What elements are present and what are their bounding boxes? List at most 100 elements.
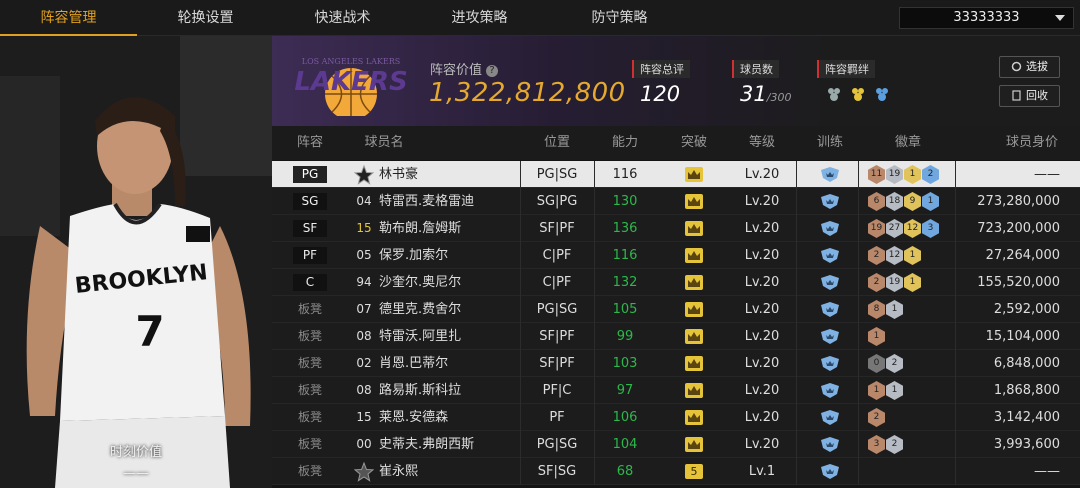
player-price: 155,520,000 bbox=[977, 275, 1060, 290]
table-row[interactable]: 板凳 00 史蒂夫.弗朗西斯 PG|SG 104 Lv.20 3 2 3,993,600 bbox=[272, 431, 1080, 458]
player-price: —— bbox=[1034, 167, 1060, 182]
table-row[interactable]: 板凳 08 特雷沃.阿里扎 SF|PF 99 Lv.20 1 15,104,000 bbox=[272, 323, 1080, 350]
player-ability: 130 bbox=[612, 194, 638, 209]
player-level: Lv.20 bbox=[744, 221, 780, 236]
table-row[interactable]: SG 04 特雷西.麦格雷迪 SG|PG 130 Lv.20 6 18 9 1 273,280,00… bbox=[272, 188, 1080, 215]
badge-hex: 1 bbox=[868, 381, 885, 400]
player-name: 保罗.加索尔 bbox=[379, 248, 449, 263]
table-row[interactable]: 板凳 07 德里克.费舍尔 PG|SG 105 Lv.20 8 1 2,592,000 bbox=[272, 296, 1080, 323]
player-price: 3,993,600 bbox=[993, 437, 1060, 452]
player-name: 崔永熙 bbox=[379, 464, 419, 479]
roster-table-header: 阵容 球员名 位置 能力 突破 等级 训练 徽章 球员身价 bbox=[272, 126, 1080, 160]
player-price: 2,592,000 bbox=[993, 302, 1060, 317]
tab-offense-strategy[interactable]: 进攻策略 bbox=[411, 0, 548, 36]
player-position: PF|C bbox=[542, 383, 572, 398]
training-icon[interactable] bbox=[820, 248, 840, 263]
svg-text:LOS ANGELES LAKERS: LOS ANGELES LAKERS bbox=[302, 57, 401, 66]
table-row[interactable]: 板凳 08 路易斯.斯科拉 PF|C 97 Lv.20 1 1 1,868,800 bbox=[272, 377, 1080, 404]
col-breakthrough: 突破 bbox=[680, 135, 707, 150]
table-row[interactable]: 板凳 崔永熙 SF|SG 68 5 Lv.1 —— bbox=[272, 458, 1080, 485]
tab-defense-strategy[interactable]: 防守策略 bbox=[548, 0, 691, 36]
breakthrough-crown-icon bbox=[685, 356, 703, 371]
player-ability: 106 bbox=[612, 410, 638, 425]
badge-hex: 19 bbox=[886, 165, 903, 184]
jersey-number: 02 bbox=[356, 356, 372, 370]
recycle-button[interactable]: 回收 bbox=[999, 85, 1060, 107]
badge-hex: 3 bbox=[922, 219, 939, 238]
training-icon[interactable] bbox=[820, 167, 840, 182]
tab-rotation-settings[interactable]: 轮换设置 bbox=[137, 0, 274, 36]
breakthrough-crown-icon bbox=[685, 167, 703, 182]
slot-label: 板凳 bbox=[297, 437, 322, 451]
training-icon[interactable] bbox=[820, 437, 840, 452]
chemistry-blue-icon[interactable] bbox=[873, 86, 891, 102]
lineup-value-label: 阵容价值? bbox=[430, 59, 499, 78]
breakthrough-level: 5 bbox=[685, 464, 703, 479]
slot-label: 板凳 bbox=[297, 302, 322, 316]
jersey-number: 08 bbox=[356, 383, 372, 397]
jersey-number: 00 bbox=[356, 437, 372, 451]
slot-label: 板凳 bbox=[297, 464, 322, 478]
col-ability: 能力 bbox=[611, 135, 638, 150]
col-level: 等级 bbox=[748, 135, 775, 150]
training-icon[interactable] bbox=[820, 194, 840, 209]
badge-list: 81 bbox=[868, 300, 903, 319]
stat-chemistry: 阵容羁绊 bbox=[817, 58, 891, 102]
badge-list: 1 bbox=[868, 327, 885, 346]
select-button[interactable]: 选拔 bbox=[999, 56, 1060, 78]
badge-hex: 1 bbox=[904, 246, 921, 265]
help-icon[interactable]: ? bbox=[486, 65, 499, 77]
breakthrough-crown-icon bbox=[685, 329, 703, 344]
table-row[interactable]: 板凳 02 肖恩.巴蒂尔 SF|PF 103 Lv.20 0 2 6,848,000 bbox=[272, 350, 1080, 377]
player-position: SG|PG bbox=[536, 194, 578, 209]
stat-rating: 阵容总评 120 bbox=[632, 58, 690, 106]
player-name: 沙奎尔.奥尼尔 bbox=[379, 275, 462, 290]
table-row[interactable]: PG 林书豪 PG|SG 116 Lv.20 11 19 1 2 —— bbox=[272, 161, 1080, 188]
table-row[interactable]: PF 05 保罗.加索尔 C|PF 116 Lv.20 2 12 1 27,264,000 bbox=[272, 242, 1080, 269]
svg-text:7: 7 bbox=[135, 307, 164, 356]
col-price: 球员身价 bbox=[1005, 135, 1058, 150]
tab-lineup-management[interactable]: 阵容管理 bbox=[0, 0, 137, 36]
training-icon[interactable] bbox=[820, 410, 840, 425]
player-level: Lv.20 bbox=[744, 167, 780, 182]
badge-list: 2 bbox=[868, 408, 885, 427]
badge-hex: 1 bbox=[904, 273, 921, 292]
badge-hex: 1 bbox=[922, 192, 939, 211]
badge-hex: 19 bbox=[886, 273, 903, 292]
table-row[interactable]: SF 15 勒布朗.詹姆斯 SF|PF 136 Lv.20 19 27 12 3 723,200,0… bbox=[272, 215, 1080, 242]
badge-hex: 1 bbox=[886, 381, 903, 400]
top-nav: 阵容管理 轮换设置 快速战术 进攻策略 防守策略 33333333 bbox=[0, 0, 1080, 36]
player-position: PF bbox=[549, 410, 565, 425]
badge-list: 6 18 9 1 bbox=[868, 192, 939, 211]
training-icon[interactable] bbox=[820, 302, 840, 317]
training-icon[interactable] bbox=[820, 275, 840, 290]
training-icon[interactable] bbox=[820, 356, 840, 371]
jersey-number: 04 bbox=[356, 194, 372, 208]
badge-hex: 2 bbox=[886, 354, 903, 373]
training-icon[interactable] bbox=[820, 329, 840, 344]
training-icon[interactable] bbox=[820, 383, 840, 398]
player-level: Lv.1 bbox=[748, 464, 776, 479]
chemistry-gold-icon[interactable] bbox=[849, 86, 867, 102]
training-icon[interactable] bbox=[820, 221, 840, 236]
player-name: 勒布朗.詹姆斯 bbox=[379, 221, 462, 236]
player-ability: 103 bbox=[612, 356, 638, 371]
badge-hex: 3 bbox=[868, 435, 885, 454]
player-price: —— bbox=[1034, 464, 1060, 479]
player-position: C|PF bbox=[542, 275, 572, 290]
badge-hex: 0 bbox=[868, 354, 885, 373]
player-position: PG|SG bbox=[536, 302, 578, 317]
table-row[interactable]: C 94 沙奎尔.奥尼尔 C|PF 132 Lv.20 2 19 1 155,520,000 bbox=[272, 269, 1080, 296]
player-position: PG|SG bbox=[536, 437, 578, 452]
account-dropdown[interactable]: 33333333 bbox=[899, 7, 1074, 29]
player-level: Lv.20 bbox=[744, 194, 780, 209]
refresh-icon bbox=[1011, 61, 1022, 72]
chemistry-gray-icon[interactable] bbox=[825, 86, 843, 102]
tab-quick-tactics[interactable]: 快速战术 bbox=[274, 0, 411, 36]
training-icon[interactable] bbox=[820, 464, 840, 479]
table-row[interactable]: 板凳 15 莱恩.安德森 PF 106 Lv.20 2 3,142,400 bbox=[272, 404, 1080, 431]
player-ability: 97 bbox=[616, 383, 634, 398]
badge-list: 32 bbox=[868, 435, 903, 454]
player-ability: 116 bbox=[612, 167, 638, 182]
breakthrough-crown-icon bbox=[685, 410, 703, 425]
